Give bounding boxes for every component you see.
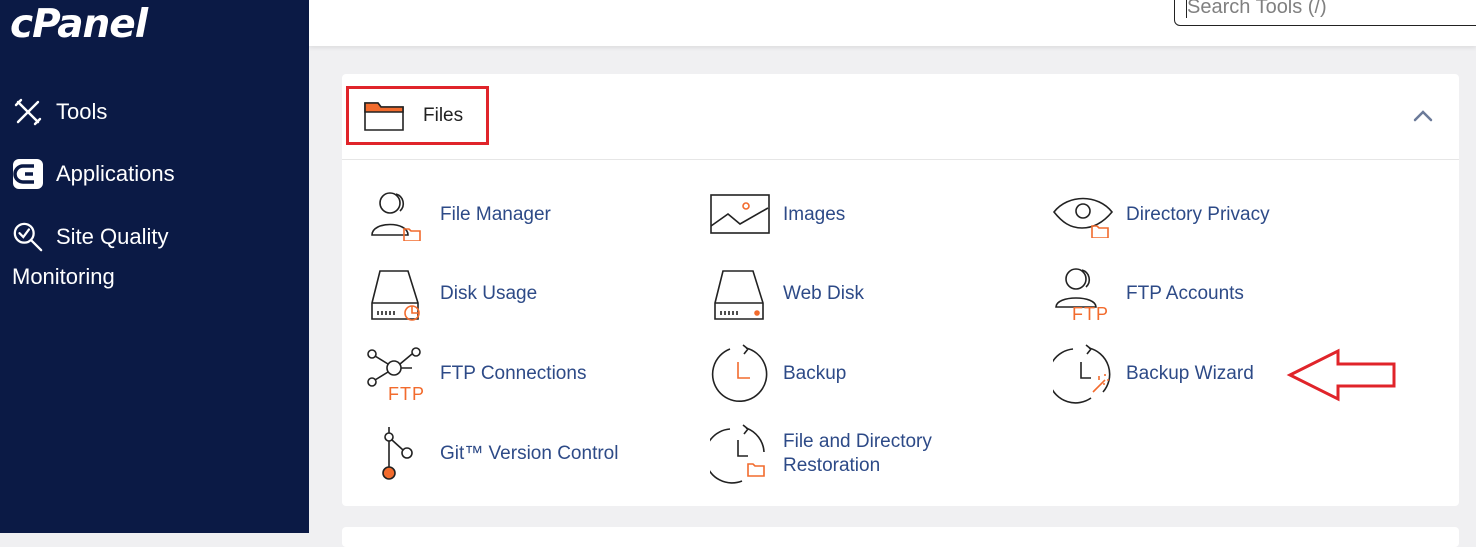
tool-git-version-control[interactable]: Git™ Version Control (366, 423, 618, 485)
sidebar-item-label-continued[interactable]: Monitoring (12, 264, 115, 290)
tool-backup[interactable]: Backup (709, 343, 846, 405)
tool-label: FTP Accounts (1126, 283, 1244, 304)
tool-disk-usage[interactable]: Disk Usage (366, 263, 537, 325)
applications-icon (12, 158, 44, 190)
sidebar-item-label: Tools (56, 99, 108, 124)
ftp-icon-text: FTP (1072, 304, 1109, 321)
git-icon (366, 423, 428, 485)
tool-label-line1: File and Directory (783, 431, 932, 452)
tool-web-disk[interactable]: Web Disk (709, 263, 864, 325)
site-quality-icon (12, 221, 44, 253)
sidebar-item-label: Applications (56, 161, 175, 186)
backup-wizard-icon (1052, 343, 1114, 405)
search-input[interactable] (1174, 0, 1476, 26)
tool-label: File Manager (440, 204, 551, 225)
tool-label: File and Directory Restoration (783, 430, 932, 478)
text-cursor (1186, 0, 1187, 18)
sidebar: cPanel Tools Applications Site Quality M… (0, 0, 309, 533)
cpanel-logo[interactable]: cPanel (10, 2, 148, 47)
tool-label: Disk Usage (440, 283, 538, 304)
images-icon (709, 184, 771, 246)
file-manager-icon (366, 184, 428, 246)
chevron-up-icon[interactable] (1413, 109, 1433, 128)
tool-label: Web Disk (783, 283, 864, 304)
ftp-accounts-icon: FTP (1052, 263, 1114, 325)
tool-backup-wizard[interactable]: Backup Wizard (1052, 343, 1254, 405)
tool-ftp-accounts[interactable]: FTP FTP Accounts (1052, 263, 1244, 325)
ftp-icon-text: FTP (388, 384, 425, 402)
tool-images[interactable]: Images (709, 184, 845, 246)
sidebar-item-applications[interactable]: Applications (12, 158, 175, 190)
sidebar-item-label: Site Quality (56, 224, 169, 249)
section-header[interactable]: Files (342, 74, 1459, 160)
tool-label: Images (783, 204, 846, 225)
tool-label: Directory Privacy (1126, 204, 1270, 225)
web-disk-icon (709, 263, 771, 325)
folder-icon (364, 101, 404, 136)
tool-file-directory-restoration[interactable]: File and Directory Restoration (709, 423, 932, 485)
tool-directory-privacy[interactable]: Directory Privacy (1052, 184, 1270, 246)
backup-icon (709, 343, 771, 405)
tool-label-line2: Restoration (783, 455, 881, 476)
ftp-connections-icon: FTP (366, 343, 428, 405)
annotation-arrow (1286, 348, 1398, 407)
restore-icon (709, 423, 771, 485)
files-section: Files File Manager Images Directory Priv… (342, 74, 1459, 506)
next-section (342, 527, 1459, 547)
tool-label: Backup Wizard (1126, 363, 1254, 384)
tool-file-manager[interactable]: File Manager (366, 184, 551, 246)
sidebar-item-tools[interactable]: Tools (12, 96, 107, 128)
tool-label: Backup (783, 363, 847, 384)
directory-privacy-icon (1052, 184, 1114, 246)
tool-label: Git™ Version Control (440, 443, 619, 464)
tool-label: FTP Connections (440, 363, 587, 384)
tool-ftp-connections[interactable]: FTP FTP Connections (366, 343, 586, 405)
disk-usage-icon (366, 263, 428, 325)
tools-icon (12, 96, 44, 128)
sidebar-item-site-quality[interactable]: Site Quality (12, 221, 169, 253)
section-title: Files (423, 105, 464, 126)
